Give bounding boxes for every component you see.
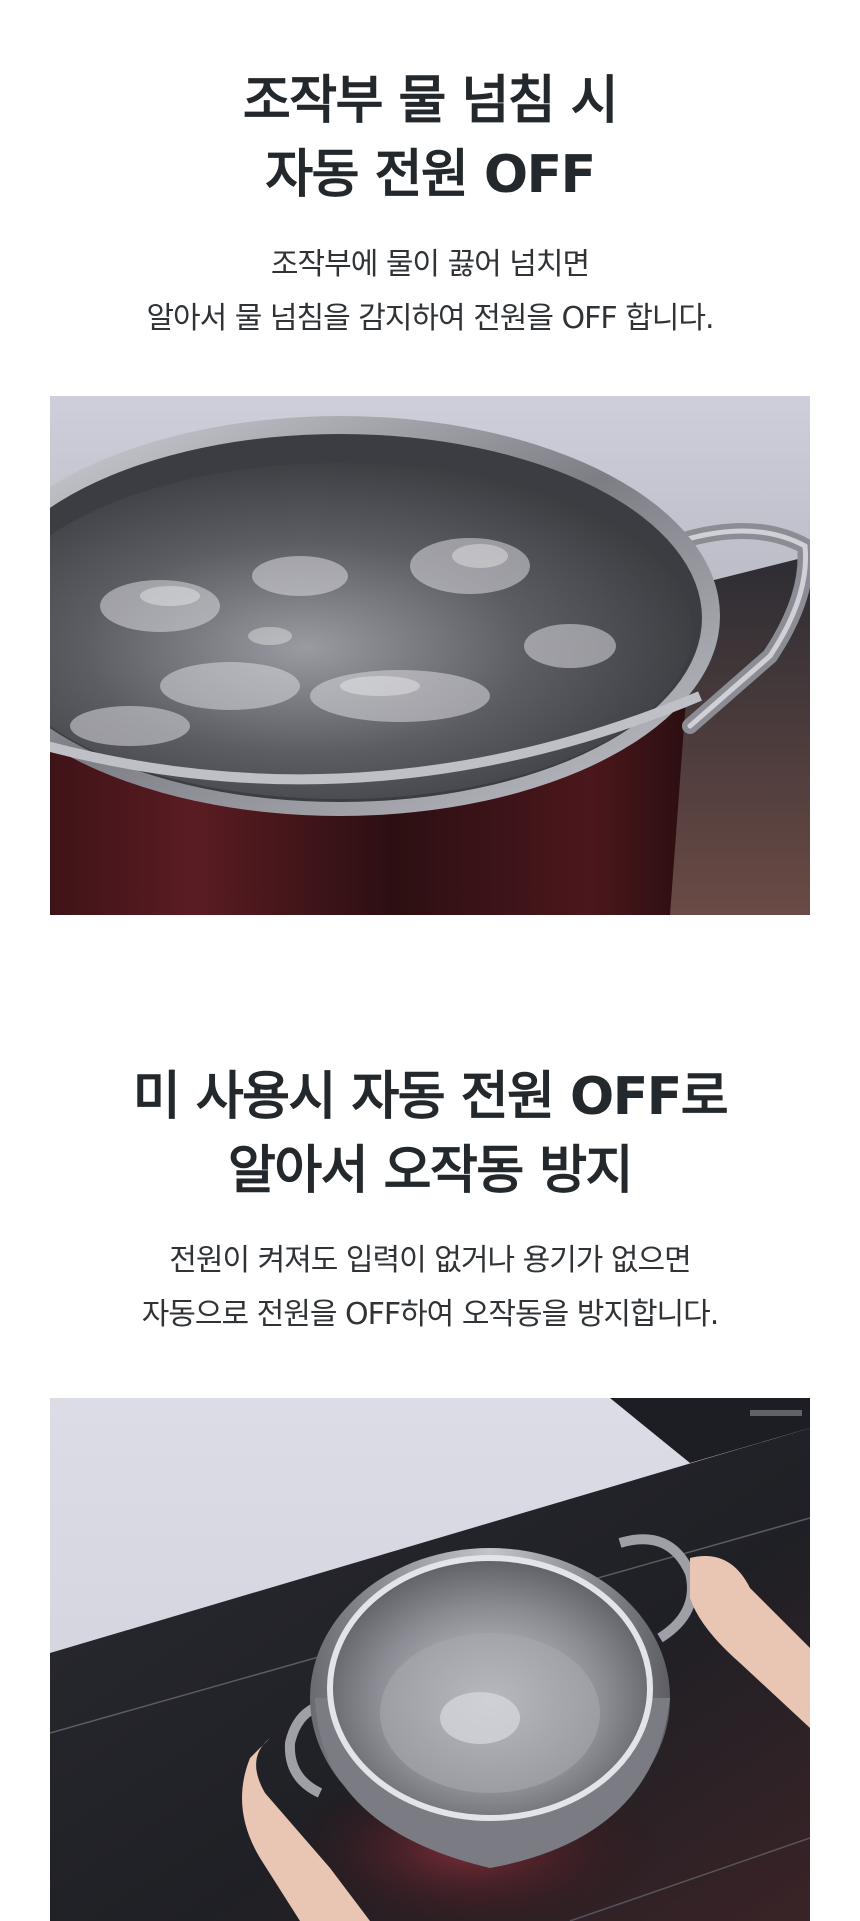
- feature-title-line: 자동 전원 OFF: [265, 145, 596, 205]
- feature-description-line: 알아서 물 넘침을 감지하여 전원을 OFF 합니다.: [146, 301, 714, 336]
- feature-section-auto-off: 미 사용시 자동 전원 OFF로 알아서 오작동 방지 전원이 켜져도 입력이 …: [0, 1060, 860, 1342]
- feature-description: 조작부에 물이 끓어 넘치면 알아서 물 넘침을 감지하여 전원을 OFF 합니…: [0, 238, 860, 346]
- boiling-pot-photo: [50, 396, 810, 915]
- empty-pot-cooktop-photo: [50, 1398, 810, 1921]
- feature-title-line: 미 사용시 자동 전원 OFF로: [132, 1067, 729, 1127]
- feature-description-line: 조작부에 물이 끓어 넘치면: [270, 247, 590, 282]
- feature-description-line: 전원이 켜져도 입력이 없거나 용기가 없으면: [169, 1243, 691, 1278]
- feature-description-line: 자동으로 전원을 OFF하여 오작동을 방지합니다.: [141, 1297, 720, 1332]
- feature-title-line: 조작부 물 넘침 시: [242, 71, 619, 131]
- feature-title: 미 사용시 자동 전원 OFF로 알아서 오작동 방지: [0, 1060, 860, 1208]
- feature-title-line: 알아서 오작동 방지: [228, 1141, 633, 1201]
- feature-section-overflow: 조작부 물 넘침 시 자동 전원 OFF 조작부에 물이 끓어 넘치면 알아서 …: [0, 0, 860, 346]
- feature-description: 전원이 켜져도 입력이 없거나 용기가 없으면 자동으로 전원을 OFF하여 오…: [0, 1234, 860, 1342]
- feature-title: 조작부 물 넘침 시 자동 전원 OFF: [0, 0, 860, 212]
